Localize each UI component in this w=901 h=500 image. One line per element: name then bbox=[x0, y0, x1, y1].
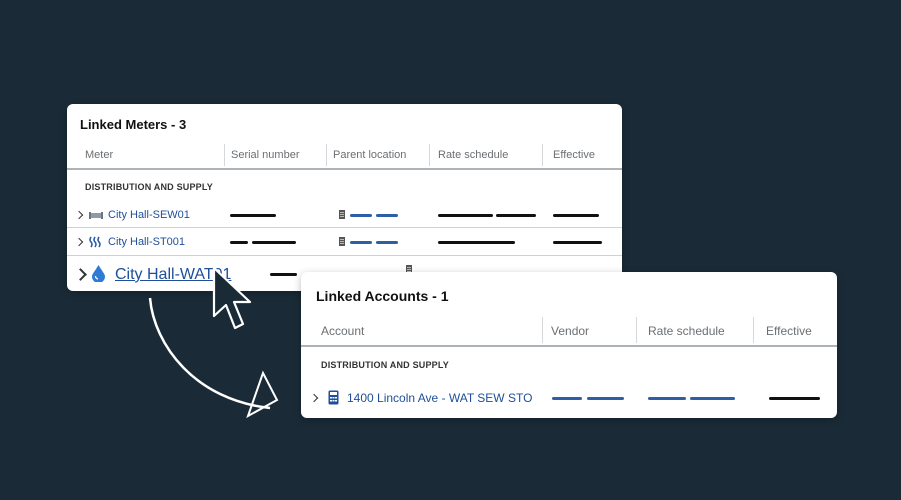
rate-schedule-placeholder bbox=[438, 214, 493, 217]
sewer-pipe-icon bbox=[89, 212, 103, 219]
row-divider bbox=[67, 255, 622, 256]
chevron-right-icon[interactable] bbox=[309, 393, 319, 403]
serial-number-placeholder bbox=[230, 241, 248, 244]
column-header-parent-location[interactable]: Parent location bbox=[333, 149, 406, 161]
column-divider[interactable] bbox=[636, 317, 637, 343]
column-header-effective[interactable]: Effective bbox=[766, 324, 812, 338]
column-header-vendor[interactable]: Vendor bbox=[551, 324, 589, 338]
linked-accounts-card: Linked Accounts - 1 Account Vendor Rate … bbox=[301, 272, 837, 418]
serial-number-placeholder bbox=[230, 214, 276, 217]
meter-link-sewer[interactable]: City Hall-SEW01 bbox=[108, 209, 190, 221]
column-header-rate-schedule[interactable]: Rate schedule bbox=[438, 149, 508, 161]
effective-date-placeholder bbox=[553, 241, 602, 244]
header-divider bbox=[301, 345, 837, 347]
column-divider[interactable] bbox=[429, 144, 430, 166]
column-divider[interactable] bbox=[542, 144, 543, 166]
steam-icon bbox=[89, 236, 101, 248]
column-header-serial-number[interactable]: Serial number bbox=[231, 149, 299, 161]
column-divider[interactable] bbox=[542, 317, 543, 343]
serial-number-placeholder bbox=[270, 273, 297, 276]
column-header-meter[interactable]: Meter bbox=[85, 149, 113, 161]
mouse-cursor-icon bbox=[212, 266, 252, 330]
column-header-effective[interactable]: Effective bbox=[553, 149, 595, 161]
chevron-right-icon[interactable] bbox=[74, 210, 84, 220]
rate-schedule-placeholder bbox=[438, 241, 515, 244]
building-icon bbox=[339, 210, 345, 219]
account-link[interactable]: 1400 Lincoln Ave - WAT SEW STO bbox=[347, 391, 532, 405]
building-icon bbox=[339, 237, 345, 246]
vendor-link[interactable] bbox=[552, 397, 582, 400]
column-divider[interactable] bbox=[753, 317, 754, 343]
calculator-icon bbox=[328, 390, 339, 405]
parent-location-link[interactable] bbox=[350, 241, 372, 244]
meter-link-steam[interactable]: City Hall-ST001 bbox=[108, 236, 185, 248]
parent-location-link[interactable] bbox=[376, 214, 398, 217]
column-header-rate-schedule[interactable]: Rate schedule bbox=[648, 324, 725, 338]
vendor-link[interactable] bbox=[587, 397, 624, 400]
parent-location-link[interactable] bbox=[376, 241, 398, 244]
chevron-right-icon[interactable] bbox=[74, 268, 87, 281]
section-label: DISTRIBUTION AND SUPPLY bbox=[321, 360, 449, 370]
linked-meters-title: Linked Meters - 3 bbox=[80, 117, 187, 132]
rate-schedule-link[interactable] bbox=[690, 397, 735, 400]
column-divider[interactable] bbox=[326, 144, 327, 166]
column-header-account[interactable]: Account bbox=[321, 324, 364, 338]
chevron-right-icon[interactable] bbox=[74, 237, 84, 247]
effective-date-placeholder bbox=[553, 214, 599, 217]
section-label: DISTRIBUTION AND SUPPLY bbox=[85, 182, 213, 192]
header-divider bbox=[67, 168, 622, 170]
rate-schedule-link[interactable] bbox=[648, 397, 686, 400]
column-divider[interactable] bbox=[224, 144, 225, 166]
parent-location-link[interactable] bbox=[350, 214, 372, 217]
linked-accounts-title: Linked Accounts - 1 bbox=[316, 288, 449, 304]
row-divider bbox=[67, 227, 622, 228]
effective-date-placeholder bbox=[769, 397, 820, 400]
linked-meters-card: Linked Meters - 3 Meter Serial number Pa… bbox=[67, 104, 622, 291]
rate-schedule-placeholder bbox=[496, 214, 536, 217]
serial-number-placeholder bbox=[252, 241, 296, 244]
water-drop-icon bbox=[92, 265, 105, 282]
